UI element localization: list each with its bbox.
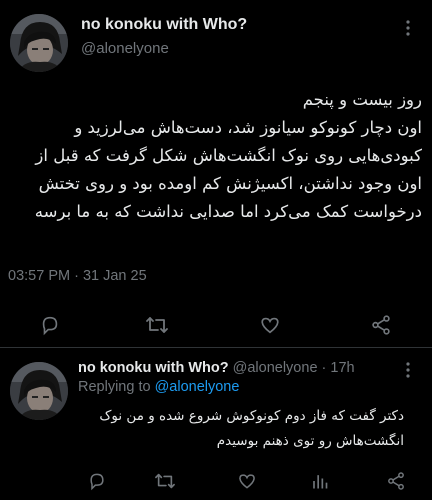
separator-dot: · [321,360,327,376]
tweet-text-line: اون وجود نداشتن، اکسیژنش کم اومده بود و … [38,174,422,193]
share-icon[interactable] [385,470,407,492]
retweet-icon[interactable] [154,470,176,492]
tweet-text-line: کبودی‌هایی روی نوک انگشت‌هاش شکل گرفت که… [35,146,422,165]
avatar[interactable] [10,14,68,72]
author-handle[interactable]: @alonelyone [233,360,318,376]
time-ago[interactable]: 17h [330,360,354,376]
timestamp[interactable]: 03:57 PM · 31 Jan 25 [8,268,147,284]
author-name[interactable]: no konoku with Who? [78,360,229,376]
reply-text-line: دکتر گفت که فاز دوم کونوکوش شروع شده و م… [99,408,404,424]
author-handle[interactable]: @alonelyone [81,40,169,57]
views-icon[interactable] [308,470,330,492]
more-icon[interactable] [400,360,416,380]
tweet-text: روز بیست و پنجم اون دچار کونوکو سیانوز ش… [6,86,422,226]
action-bar [0,312,432,338]
reply-icon[interactable] [37,312,63,338]
replying-to: Replying to @alonelyone [78,379,239,395]
tweet-text-line: روز بیست و پنجم [302,90,422,109]
main-tweet: no konoku with Who? @alonelyone روز بیست… [0,0,432,347]
more-icon[interactable] [400,18,416,38]
like-icon[interactable] [257,312,283,338]
retweet-icon[interactable] [144,312,170,338]
replying-to-label: Replying to [78,379,151,395]
reply-tweet[interactable]: no konoku with Who? @alonelyone · 17h Re… [0,348,432,500]
reply-text-line: انگشت‌هاش رو توی ذهنم بوسیدم [216,433,404,449]
replying-to-mention[interactable]: @alonelyone [155,379,240,395]
avatar[interactable] [10,362,68,420]
tweet-text-line: اون دچار کونوکو سیانوز شد، دست‌هاش می‌لر… [74,118,422,137]
author-name[interactable]: no konoku with Who? [81,16,247,34]
share-icon[interactable] [368,312,394,338]
like-icon[interactable] [236,470,258,492]
reply-icon[interactable] [86,470,108,492]
reply-text: دکتر گفت که فاز دوم کونوکوش شروع شده و م… [78,404,404,454]
tweet-text-line: درخواست کمک می‌کرد اما صدایی نداشت که به… [34,202,422,221]
reply-header: no konoku with Who? @alonelyone · 17h [78,360,355,376]
reply-action-bar [0,470,432,494]
